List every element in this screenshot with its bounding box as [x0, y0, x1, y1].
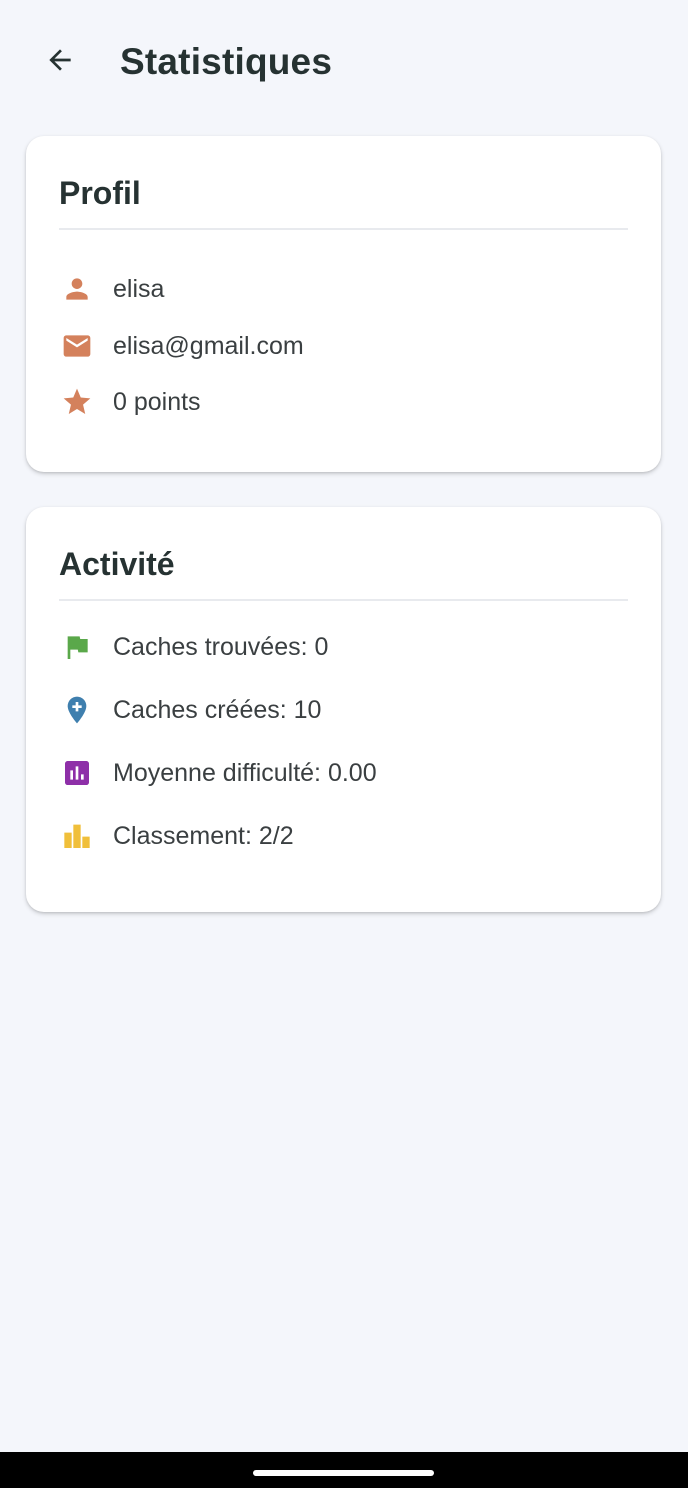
system-navigation-bar: [0, 1452, 688, 1488]
profile-card: Profil elisa elisa@gmail.com 0 points: [26, 136, 661, 472]
profile-points-row: 0 points: [59, 382, 201, 422]
activity-difficulty: Moyenne difficulté: 0.00: [113, 759, 377, 787]
profile-points: 0 points: [113, 388, 201, 416]
activity-found: Caches trouvées: 0: [113, 633, 329, 661]
app-bar: Statistiques: [0, 0, 688, 124]
activity-rank-row: Classement: 2/2: [59, 816, 294, 856]
person-icon: [59, 271, 95, 307]
activity-created: Caches créées: 10: [113, 696, 322, 724]
activity-card-title: Activité: [59, 546, 175, 582]
activity-created-row: Caches créées: 10: [59, 690, 321, 730]
home-indicator[interactable]: [253, 1470, 434, 1476]
star-icon: [59, 384, 95, 420]
arrow-back-icon: [44, 44, 76, 81]
mail-icon: [59, 328, 95, 364]
divider: [59, 228, 628, 230]
flag-icon: [59, 629, 95, 665]
activity-difficulty-row: Moyenne difficulté: 0.00: [59, 753, 377, 793]
activity-rank: Classement: 2/2: [113, 822, 294, 850]
page-title: Statistiques: [120, 41, 333, 82]
profile-username: elisa: [113, 275, 165, 303]
bar-chart-icon: [59, 755, 95, 791]
leaderboard-icon: [59, 818, 95, 854]
profile-email-row: elisa@gmail.com: [59, 326, 304, 366]
activity-card: Activité Caches trouvées: 0 Caches créée…: [26, 507, 661, 912]
profile-card-title: Profil: [59, 175, 141, 211]
add-location-icon: [59, 692, 95, 728]
divider: [59, 599, 628, 601]
profile-email: elisa@gmail.com: [113, 332, 304, 360]
back-button[interactable]: [34, 36, 86, 88]
activity-found-row: Caches trouvées: 0: [59, 627, 328, 667]
profile-username-row: elisa: [59, 269, 164, 309]
